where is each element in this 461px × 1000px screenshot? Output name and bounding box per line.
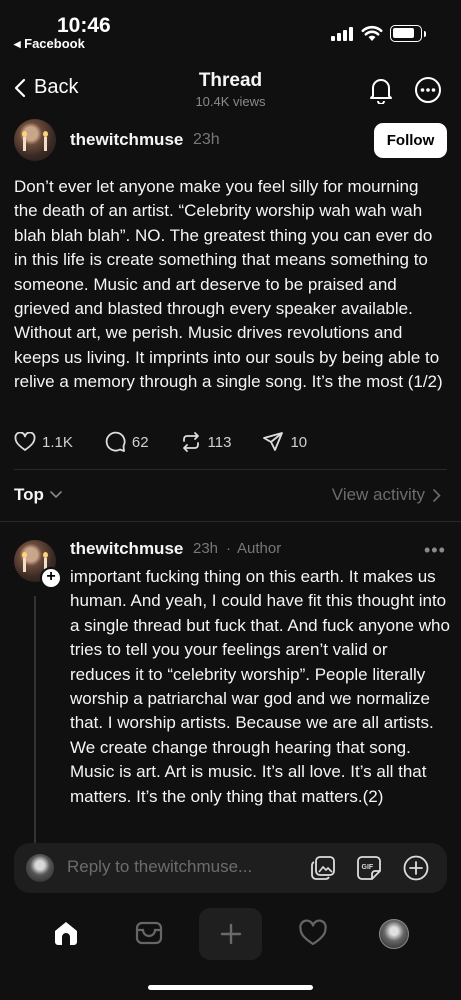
reply-time: 23h	[193, 540, 219, 557]
reply-body: important fucking thing on this earth. I…	[70, 567, 450, 806]
repost-count: 113	[207, 433, 232, 451]
back-to-app-link[interactable]: ◂ Facebook	[14, 36, 85, 52]
avatar[interactable]	[14, 119, 56, 161]
heart-tab-icon[interactable]	[298, 919, 328, 947]
avatar	[26, 854, 54, 882]
send-icon	[263, 432, 284, 451]
thread-line	[34, 596, 36, 846]
comment-button[interactable]: 62	[104, 431, 149, 453]
like-count: 1.1K	[42, 433, 73, 451]
inbox-icon[interactable]	[134, 919, 164, 947]
post-body: Don’t ever let anyone make you feel sill…	[14, 177, 443, 392]
like-button[interactable]: 1.1K	[14, 432, 73, 452]
image-icon[interactable]	[310, 855, 336, 881]
status-bar: 10:46 ◂ Facebook	[0, 0, 461, 60]
home-icon[interactable]	[52, 919, 80, 947]
author-tag: Author	[237, 540, 282, 557]
new-thread-button[interactable]	[199, 908, 262, 960]
nav-bar: Back Thread 10.4K views	[0, 60, 461, 116]
heart-icon	[14, 432, 36, 451]
bell-icon[interactable]	[368, 76, 394, 104]
follow-button[interactable]: Follow	[374, 123, 447, 158]
status-time: 10:46	[57, 14, 111, 37]
divider	[0, 521, 461, 522]
chevron-down-icon	[50, 491, 62, 499]
reply-input[interactable]: Reply to thewitchmuse...	[67, 857, 252, 877]
reply-count: 62	[131, 433, 149, 451]
comment-icon	[105, 431, 126, 452]
follow-plus-badge[interactable]: +	[40, 567, 62, 589]
post-actions: 1.1K 62 113 10	[14, 431, 338, 453]
view-activity-link[interactable]: View activity	[332, 485, 441, 505]
repost-icon	[182, 432, 199, 452]
sort-label: Top	[14, 485, 44, 504]
more-options-icon[interactable]: •••	[424, 540, 446, 561]
chevron-right-icon	[433, 488, 441, 502]
post-username[interactable]: thewitchmuse	[70, 130, 183, 150]
reply-composer[interactable]: Reply to thewitchmuse... GIF	[14, 843, 447, 893]
share-count: 10	[290, 433, 308, 451]
sort-dropdown[interactable]: Top	[14, 485, 62, 505]
plus-icon	[220, 923, 242, 945]
view-activity-label: View activity	[331, 485, 425, 504]
add-circle-icon[interactable]	[403, 855, 429, 881]
gif-icon[interactable]: GIF	[356, 855, 382, 881]
gif-label: GIF	[362, 864, 374, 871]
signal-icon	[331, 26, 355, 41]
reply-username[interactable]: thewitchmuse	[70, 539, 183, 559]
home-indicator	[148, 985, 313, 990]
post-time: 23h	[193, 131, 220, 148]
share-button[interactable]: 10	[262, 431, 307, 453]
profile-tab-avatar[interactable]	[379, 919, 409, 949]
meta-separator: ·	[226, 540, 231, 557]
repost-button[interactable]: 113	[180, 431, 232, 453]
more-circle-icon[interactable]	[414, 76, 442, 104]
wifi-icon	[361, 25, 383, 41]
battery-icon	[390, 25, 426, 42]
divider	[14, 469, 447, 470]
